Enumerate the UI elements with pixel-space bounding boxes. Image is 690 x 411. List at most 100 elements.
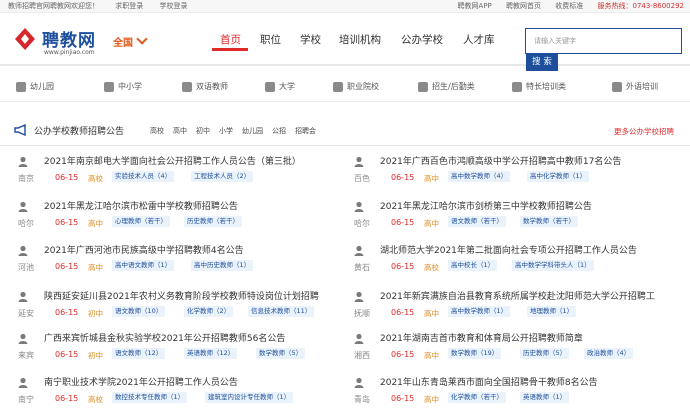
search-input[interactable]: 请输入关键字	[525, 28, 682, 54]
position-tag[interactable]: 语文教师（若干）	[448, 216, 506, 227]
category-language[interactable]: 外语培训	[612, 81, 658, 97]
position-tag[interactable]: 高中语文教师（1）	[112, 260, 175, 271]
item-title[interactable]: 2021年湖南吉首市教育和体育局公开招聘教师简章	[380, 331, 680, 344]
chevron-down-icon[interactable]	[136, 33, 148, 45]
item-date: 06-15	[55, 308, 79, 317]
nav-training[interactable]: 培训机构	[339, 32, 381, 47]
person-icon	[354, 333, 364, 344]
more-link[interactable]: 更多公办学校招聘	[614, 126, 674, 137]
position-tag[interactable]: 化学教师（若干）	[448, 392, 506, 403]
position-tag[interactable]: 数学教师（5）	[256, 348, 306, 359]
nav-public-schools[interactable]: 公办学校	[401, 32, 443, 47]
position-tag[interactable]: 高中数学教师（1）	[448, 306, 511, 317]
job-login-link[interactable]: 求职登录	[115, 2, 143, 10]
filter-tag[interactable]: 小学	[219, 127, 233, 135]
logo-icon[interactable]	[11, 25, 39, 53]
nav-talent[interactable]: 人才库	[463, 32, 495, 47]
list-item[interactable]: 湖北师范大学2021年第二批面向社会专项公开招聘工作人员公告 黄石 06-15 高校高…	[354, 243, 674, 279]
position-tag[interactable]: 高中化学教师（1）	[527, 171, 590, 182]
item-title[interactable]: 2021年黑龙江哈尔滨市松雷中学校教师招聘公告	[44, 199, 344, 212]
list-item[interactable]: 2021年黑龙江哈尔滨市剑桥第三中学校教师招聘公告 哈尔 06-15 高中 语文教师（若…	[354, 199, 674, 235]
list-item[interactable]: 南宁职业技术学院2021年公开招聘工作人员公告 南宁 06-15 高校 数控技术专任教师…	[18, 375, 338, 411]
position-tag[interactable]: 数控技术专任教师（1）	[112, 392, 188, 403]
home-link[interactable]: 聘教网首页	[506, 2, 541, 10]
position-tag[interactable]: 高中历史教师（1）	[191, 260, 254, 271]
position-tag[interactable]: 化学教师（2）	[184, 306, 234, 317]
position-tag[interactable]: 建筑室内设计专任教师（1）	[205, 392, 294, 403]
position-tag[interactable]: 高中数学教师（4）	[448, 171, 511, 182]
item-title[interactable]: 2021年南京邮电大学面向社会公开招聘工作人员公告（第三批）	[44, 154, 344, 167]
item-title[interactable]: 2021年黑龙江哈尔滨市剑桥第三中学校教师招聘公告	[380, 199, 680, 212]
position-tag[interactable]: 心理教师（若干）	[112, 216, 170, 227]
search-button[interactable]: 搜 索	[526, 54, 558, 71]
filter-tag[interactable]: 初中	[196, 127, 210, 135]
item-title[interactable]: 2021年广西河池市民族高级中学招聘教师4名公告	[44, 243, 344, 256]
category-admissions[interactable]: 招生/后勤类	[418, 81, 475, 97]
nav-jobs[interactable]: 职位	[260, 32, 281, 47]
person-icon	[18, 333, 28, 344]
item-date: 06-15	[55, 218, 79, 227]
filter-tag[interactable]: 高中	[173, 127, 187, 135]
position-tag[interactable]: 历史教师（5）	[520, 348, 570, 359]
category-bilingual[interactable]: 双语教师	[182, 81, 228, 97]
top-bar: 教师招聘官网聘教网欢迎您！ 求职登录 学校登录 聘教网APP 聘教网首页 收费标…	[0, 0, 690, 13]
item-city: 来宾	[18, 351, 34, 360]
fees-link[interactable]: 收费标准	[555, 2, 583, 10]
position-tag[interactable]: 高中校长（1）	[448, 260, 498, 271]
category-k12[interactable]: 中小学	[104, 81, 142, 97]
item-title[interactable]: 广西来宾忻城县金秋实验学校2021年公开招聘教师56名公告	[44, 331, 344, 344]
filter-tag[interactable]: 幼儿园	[242, 127, 263, 135]
site-logo[interactable]: 聘教网	[42, 26, 96, 51]
school-login-link[interactable]: 学校登录	[159, 2, 187, 10]
nav-home[interactable]: 首页	[220, 32, 241, 47]
city-selector[interactable]: 全国	[113, 34, 133, 49]
category-kindergarten[interactable]: 幼儿园	[16, 81, 54, 97]
filter-tag[interactable]: 招聘会	[295, 127, 316, 135]
list-item[interactable]: 2021年南京邮电大学面向社会公开招聘工作人员公告（第三批） 南京 06-15 高校实…	[18, 154, 338, 190]
list-item[interactable]: 2021年新宾满族自治县教育系统所属学校赴沈阳师范大学公开招聘工 抚顺 06-15 高…	[354, 289, 674, 325]
list-item[interactable]: 2021年湖南吉首市教育和体育局公开招聘教师简章 湘西 06-15 高中 数学教师（19…	[354, 331, 674, 367]
category-university[interactable]: 大学	[265, 81, 295, 97]
item-date: 06-15	[391, 262, 415, 271]
position-tag[interactable]: 历史教师（若干）	[184, 216, 242, 227]
item-title[interactable]: 陕西延安延川县2021年农村义务教育阶段学校教师特设岗位计划招聘	[44, 289, 344, 302]
position-tag[interactable]: 英语教师（1）	[520, 392, 570, 403]
position-tag[interactable]: 工程技术人员（2）	[191, 171, 254, 182]
list-item[interactable]: 陕西延安延川县2021年农村义务教育阶段学校教师特设岗位计划招聘 延安 06-15 初…	[18, 289, 338, 325]
item-level: 高校	[424, 263, 439, 272]
welcome-text: 教师招聘官网聘教网欢迎您！	[8, 2, 99, 10]
app-link[interactable]: 聘教网APP	[458, 2, 492, 10]
person-icon	[354, 201, 364, 212]
filter-tag[interactable]: 公招	[272, 127, 286, 135]
position-tag[interactable]: 信息技术教师（11）	[248, 306, 315, 317]
item-title[interactable]: 2021年山东青岛莱西市面向全国招聘骨干教师8名公告	[380, 375, 680, 388]
position-tag[interactable]: 英语教师（12）	[184, 348, 238, 359]
filter-tag[interactable]: 高校	[150, 127, 164, 135]
item-city: 抚顺	[354, 309, 370, 318]
list-item[interactable]: 2021年山东青岛莱西市面向全国招聘骨干教师8名公告 青岛 06-15 高中 化学教师（…	[354, 375, 674, 411]
position-tag[interactable]: 语文教师（10）	[112, 306, 166, 317]
position-tag[interactable]: 地理教师（1）	[527, 306, 577, 317]
header: 聘教网 www.pinjiao.com 全国 首页 职位 学校 培训机构 公办学…	[0, 14, 690, 66]
school-icon	[104, 81, 114, 92]
position-tag[interactable]: 政治教师（4）	[584, 348, 634, 359]
item-title[interactable]: 湖北师范大学2021年第二批面向社会专项公开招聘工作人员公告	[380, 243, 680, 256]
list-item[interactable]: 2021年广西河池市民族高级中学招聘教师4名公告 河池 06-15 高中 高中语文教师（…	[18, 243, 338, 279]
position-tag[interactable]: 数学教师（若干）	[520, 216, 578, 227]
position-tag[interactable]: 高中数学学科带头人（1）	[512, 260, 594, 271]
category-vocational[interactable]: 职业院校	[333, 81, 379, 97]
list-item[interactable]: 2021年黑龙江哈尔滨市松雷中学校教师招聘公告 哈尔 06-15 高中 心理教师（若干）…	[18, 199, 338, 235]
item-title[interactable]: 2021年广西百色市鸿顺高级中学公开招聘高中教师17名公告	[380, 154, 680, 167]
category-specialty[interactable]: 特长培训类	[512, 81, 566, 97]
position-tag[interactable]: 实验技术人员（4）	[112, 171, 175, 182]
position-tag[interactable]: 语文教师（12）	[112, 348, 166, 359]
person-icon	[18, 156, 28, 167]
item-title[interactable]: 南宁职业技术学院2021年公开招聘工作人员公告	[44, 375, 344, 388]
item-city: 湘西	[354, 351, 370, 360]
nav-schools[interactable]: 学校	[300, 32, 321, 47]
list-item[interactable]: 2021年广西百色市鸿顺高级中学公开招聘高中教师17名公告 百色 06-15 高中 高中…	[354, 154, 674, 190]
position-tag[interactable]: 数学教师（19）	[448, 348, 502, 359]
item-city: 哈尔	[18, 219, 34, 228]
item-title[interactable]: 2021年新宾满族自治县教育系统所属学校赴沈阳师范大学公开招聘工	[380, 289, 680, 302]
list-item[interactable]: 广西来宾忻城县金秋实验学校2021年公开招聘教师56名公告 来宾 06-15 初中 语文…	[18, 331, 338, 367]
